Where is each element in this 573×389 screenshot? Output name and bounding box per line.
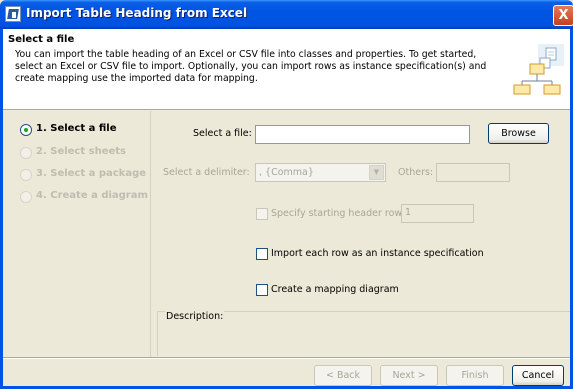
others-label: Others: <box>398 167 434 178</box>
header-row-label: Specify starting header row <box>271 208 403 219</box>
finish-button[interactable]: Finish <box>446 365 504 386</box>
page-title: Select a file <box>8 34 75 45</box>
step-label: 3. Select a package <box>36 168 147 179</box>
mapping-diagram-label: Create a mapping diagram <box>271 284 399 295</box>
step-label: 2. Select sheets <box>36 146 126 157</box>
cancel-button[interactable]: Cancel <box>512 365 564 386</box>
close-button[interactable]: X <box>553 5 573 26</box>
step-indicator-icon <box>20 124 32 136</box>
delimiter-label: Select a delimiter: <box>163 167 250 178</box>
header-row-input[interactable]: 1 <box>401 204 474 223</box>
window-app-icon <box>5 6 21 22</box>
chevron-down-icon: ▼ <box>369 165 384 180</box>
others-input[interactable] <box>436 163 510 182</box>
step-indicator-icon <box>20 169 32 181</box>
header-row-checkbox[interactable] <box>256 208 268 220</box>
wizard-diagram-icon <box>513 44 564 95</box>
wizard-header: Select a file You can import the table h… <box>3 29 570 110</box>
description-label: Description: <box>165 311 225 322</box>
mapping-diagram-checkbox[interactable] <box>256 284 268 296</box>
page-description: You can import the table heading of an E… <box>15 49 487 84</box>
file-path-input[interactable] <box>255 125 470 144</box>
close-icon: X <box>558 8 569 23</box>
step-indicator-icon <box>20 147 32 159</box>
import-rows-label: Import each row as an instance specifica… <box>271 248 484 259</box>
footer-separator <box>3 357 570 359</box>
file-label: Select a file: <box>193 128 252 139</box>
step-label: 1. Select a file <box>36 123 117 134</box>
header-row-value: 1 <box>405 207 412 218</box>
delimiter-select[interactable]: , {Comma} ▼ <box>255 163 386 182</box>
back-button[interactable]: < Back <box>314 365 372 386</box>
delimiter-value: , {Comma} <box>259 167 314 178</box>
step-indicator-icon <box>20 191 32 203</box>
wizard-steps: 1. Select a file 2. Select sheets 3. Sel… <box>3 111 151 357</box>
next-button[interactable]: Next > <box>380 365 438 386</box>
step-label: 4. Create a diagram <box>36 190 148 201</box>
window-title: Import Table Heading from Excel <box>26 6 248 20</box>
title-bar[interactable]: Import Table Heading from Excel X <box>0 0 573 29</box>
browse-button[interactable]: Browse <box>488 123 549 144</box>
import-rows-checkbox[interactable] <box>256 248 268 260</box>
